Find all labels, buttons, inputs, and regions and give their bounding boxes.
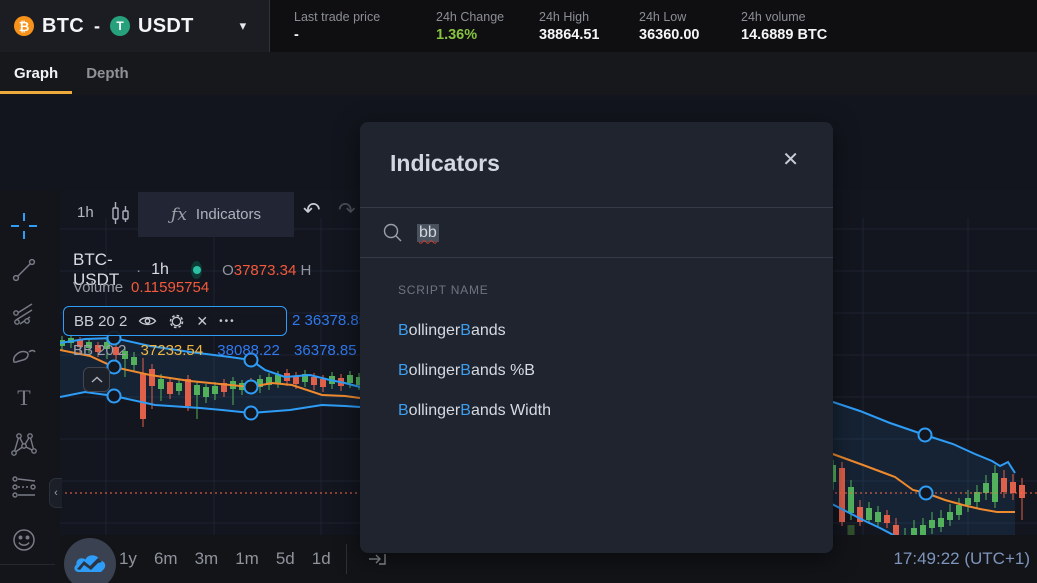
stat-last-trade-price: Last trade price - bbox=[294, 10, 436, 43]
crosshair-icon bbox=[9, 211, 39, 241]
tab-graph[interactable]: Graph bbox=[0, 52, 72, 95]
forecast-icon bbox=[10, 474, 38, 500]
indicators-button[interactable]: ƒx Indicators bbox=[138, 192, 294, 237]
indicator-result-item[interactable]: Bollinger Bands Width bbox=[398, 391, 833, 431]
tool-text[interactable]: T bbox=[7, 381, 41, 415]
modal-title: Indicators bbox=[390, 150, 500, 176]
market-status-dot bbox=[191, 261, 202, 279]
indicator-search-field[interactable]: bb bbox=[360, 207, 833, 258]
bb-lower-value: 36378.85 bbox=[294, 342, 357, 359]
bb-legend-partial-values: 2 36378.85 bbox=[292, 312, 367, 329]
bb-indicator-legend-hover[interactable]: BB 20 2 ✕ ••• bbox=[63, 306, 287, 336]
search-icon bbox=[382, 222, 404, 244]
indicator-result-item[interactable]: Bollinger Bands bbox=[398, 311, 833, 351]
fx-icon: ƒx bbox=[171, 205, 187, 225]
indicators-modal: Indicators ✕ bb SCRIPT NAME Bollinger Ba… bbox=[360, 122, 833, 553]
range-1y[interactable]: 1y bbox=[119, 549, 137, 569]
bb-indicator-legend-values[interactable]: BB 20 2 37233.54 38088.22 36378.85 bbox=[73, 342, 357, 359]
redo-icon[interactable]: ↷ bbox=[338, 198, 356, 223]
chevron-down-icon[interactable]: ▾ bbox=[240, 18, 247, 34]
more-options-icon[interactable]: ••• bbox=[219, 316, 236, 327]
xabcd-pattern-icon bbox=[9, 430, 39, 458]
brush-icon bbox=[10, 344, 38, 368]
stat-24h-low: 24h Low 36360.00 bbox=[639, 10, 741, 43]
view-tabs: Graph Depth bbox=[0, 52, 1037, 95]
tool-crosshair[interactable] bbox=[7, 209, 41, 243]
range-1m[interactable]: 1m bbox=[235, 549, 259, 569]
pair-selector[interactable]: ₿ BTC - T USDT ▾ bbox=[0, 0, 270, 52]
tool-trend-line[interactable] bbox=[7, 253, 41, 287]
indicators-button-label: Indicators bbox=[196, 206, 261, 223]
stat-24h-high: 24h High 38864.51 bbox=[539, 10, 639, 43]
modal-header: Indicators ✕ bbox=[360, 122, 833, 207]
remove-indicator-icon[interactable]: ✕ bbox=[196, 313, 208, 330]
trend-line-icon bbox=[11, 257, 37, 283]
change-value: 1.36% bbox=[436, 27, 539, 43]
toolbar-divider bbox=[346, 544, 347, 574]
drawing-tools-sidebar: T bbox=[0, 190, 60, 583]
gear-icon[interactable] bbox=[168, 313, 185, 330]
pitchfork-icon bbox=[10, 300, 38, 328]
search-input-value[interactable]: bb bbox=[417, 224, 439, 242]
undo-icon[interactable]: ↶ bbox=[303, 198, 321, 223]
legend-collapse-button[interactable] bbox=[83, 367, 110, 392]
tool-brush[interactable] bbox=[7, 339, 41, 373]
interval-button[interactable]: 1h bbox=[73, 202, 98, 223]
trading-app: ₿ BTC - T USDT ▾ Last trade price - 24h … bbox=[0, 0, 1037, 583]
range-buttons: 5y 1y 6m 3m 1m 5d 1d bbox=[84, 549, 331, 569]
exchange-logo-watermark bbox=[64, 538, 116, 583]
pair-separator: - bbox=[94, 16, 100, 37]
topbar: ₿ BTC - T USDT ▾ Last trade price - 24h … bbox=[0, 0, 1037, 52]
range-1d[interactable]: 1d bbox=[312, 549, 331, 569]
bb-upper-value: 38088.22 bbox=[217, 342, 280, 359]
volume-row: Volume0.11595754 bbox=[73, 279, 209, 296]
pair-base: BTC bbox=[42, 15, 84, 38]
stat-24h-volume: 24h volume 14.6889 BTC bbox=[741, 10, 881, 43]
sidebar-collapse-handle[interactable]: ‹ bbox=[49, 478, 62, 508]
range-3m[interactable]: 3m bbox=[195, 549, 219, 569]
indicator-result-item[interactable]: Bollinger Bands %B bbox=[398, 351, 833, 391]
stat-24h-change: 24h Change 1.36% bbox=[436, 10, 539, 43]
market-stats: Last trade price - 24h Change 1.36% 24h … bbox=[270, 0, 881, 52]
interval-label: 1h bbox=[151, 261, 169, 279]
btc-coin-icon: ₿ bbox=[14, 16, 34, 36]
usdt-coin-icon: T bbox=[110, 16, 130, 36]
ohlc-values: O37873.34 H bbox=[222, 262, 311, 279]
sidebar-divider bbox=[0, 564, 55, 565]
eye-icon[interactable] bbox=[138, 314, 157, 328]
candle-style-icon[interactable] bbox=[110, 199, 132, 232]
range-6m[interactable]: 6m bbox=[154, 549, 178, 569]
svg-text:T: T bbox=[17, 385, 31, 410]
tool-emoji[interactable] bbox=[7, 523, 41, 557]
close-icon[interactable]: ✕ bbox=[782, 150, 799, 170]
indicator-results-list: SCRIPT NAME Bollinger BandsBollinger Ban… bbox=[360, 258, 833, 431]
clock-utc[interactable]: 17:49:22 (UTC+1) bbox=[893, 549, 1030, 569]
text-icon: T bbox=[12, 385, 36, 411]
range-5d[interactable]: 5d bbox=[276, 549, 295, 569]
pair-quote: USDT bbox=[138, 15, 194, 38]
tool-xabcd-pattern[interactable] bbox=[7, 427, 41, 461]
tool-pitchfork[interactable] bbox=[7, 297, 41, 331]
emoji-icon bbox=[11, 527, 37, 553]
tab-depth[interactable]: Depth bbox=[72, 52, 143, 95]
tool-forecast[interactable] bbox=[7, 470, 41, 504]
script-name-header: SCRIPT NAME bbox=[398, 283, 833, 297]
bb-basis-value: 37233.54 bbox=[141, 342, 204, 359]
